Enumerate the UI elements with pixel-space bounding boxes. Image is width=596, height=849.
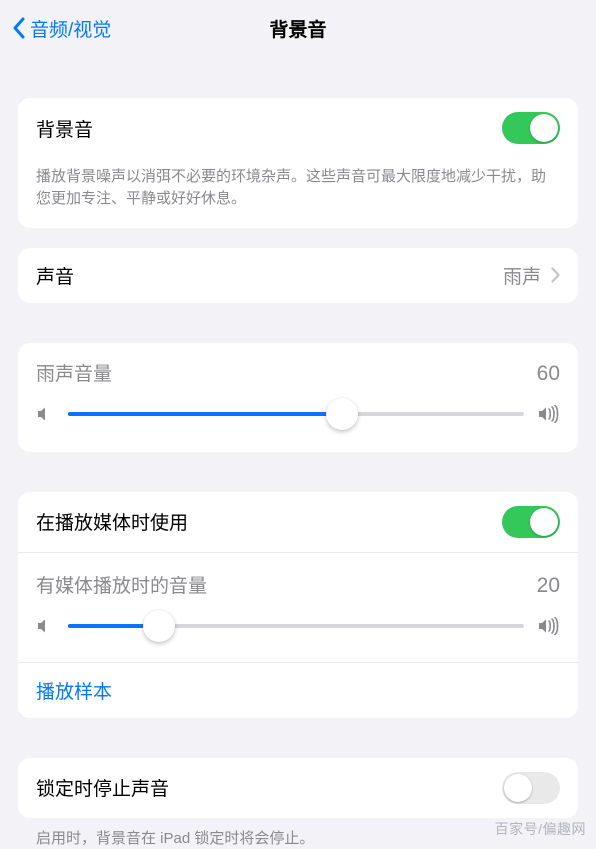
play-sample-label: 播放样本	[36, 677, 112, 704]
use-with-media-label: 在播放媒体时使用	[36, 508, 188, 535]
media-volume-value: 20	[537, 574, 560, 598]
row-volume-slider	[18, 392, 578, 452]
group-volume: 雨声音量 60	[18, 343, 578, 452]
sound-select-label: 声音	[36, 262, 74, 289]
chevron-left-icon	[12, 17, 26, 39]
speaker-low-icon	[36, 617, 54, 635]
volume-value: 60	[537, 362, 560, 386]
lock-stop-label: 锁定时停止声音	[36, 774, 169, 801]
sound-select-value: 雨声	[503, 262, 541, 289]
lock-stop-toggle[interactable]	[502, 772, 560, 804]
speaker-high-icon	[538, 617, 560, 635]
background-sound-toggle[interactable]	[502, 112, 560, 144]
row-media-volume-header: 有媒体播放时的音量 20	[18, 552, 578, 604]
row-use-with-media: 在播放媒体时使用	[18, 492, 578, 552]
back-label: 音频/视觉	[30, 15, 111, 42]
row-lock-stop: 锁定时停止声音	[18, 758, 578, 818]
back-button[interactable]: 音频/视觉	[12, 15, 111, 42]
row-play-sample[interactable]: 播放样本	[18, 662, 578, 718]
page-title: 背景音	[269, 15, 326, 42]
row-media-volume-slider	[18, 604, 578, 662]
group-lock-stop: 锁定时停止声音	[18, 758, 578, 818]
watermark-text: 百家号/偏趣网	[495, 819, 586, 839]
media-volume-slider[interactable]	[68, 610, 524, 642]
group-sound-select: 声音 雨声	[18, 248, 578, 303]
use-with-media-toggle[interactable]	[502, 506, 560, 538]
media-volume-label: 有媒体播放时的音量	[36, 571, 207, 598]
volume-slider[interactable]	[68, 398, 524, 430]
row-background-sound: 背景音	[18, 98, 578, 158]
row-volume-header: 雨声音量 60	[18, 343, 578, 392]
chevron-right-icon	[551, 267, 560, 283]
group-media: 在播放媒体时使用 有媒体播放时的音量 20	[18, 492, 578, 718]
nav-header: 音频/视觉 背景音	[0, 0, 596, 56]
group-background-sound: 背景音 播放背景噪声以消弭不必要的环境杂声。这些声音可最大限度地减少干扰，助您更…	[18, 98, 578, 228]
volume-label: 雨声音量	[36, 359, 112, 386]
speaker-low-icon	[36, 405, 54, 423]
row-sound-select[interactable]: 声音 雨声	[18, 248, 578, 303]
speaker-high-icon	[538, 405, 560, 423]
background-sound-label: 背景音	[36, 115, 93, 142]
background-sound-description: 播放背景噪声以消弭不必要的环境杂声。这些声音可最大限度地减少干扰，助您更加专注、…	[18, 158, 578, 228]
